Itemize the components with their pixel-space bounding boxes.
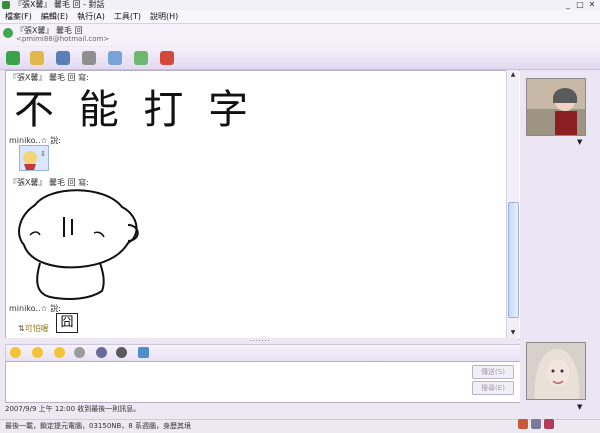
my-avatar-dropdown-arrow[interactable]: ▼ (577, 403, 582, 411)
chat-history[interactable]: 『張X馨』 馨毛 回 寫: 不 能 打 字 miniko..☆ 說: ⇩ 『張X… (5, 70, 521, 340)
window-title: 『張X馨』 馨毛 回 - 對話 (14, 0, 105, 9)
scroll-up-arrow[interactable]: ▲ (507, 70, 519, 80)
refresh-icon: ⇅ (18, 324, 25, 333)
msg-sender: miniko..☆ 說: (9, 304, 61, 313)
activities-icon[interactable] (108, 51, 122, 65)
background-icon[interactable] (138, 347, 149, 358)
handwriting-text: 不 能 打 字 (14, 87, 255, 133)
nudge-icon[interactable] (54, 347, 65, 358)
menu-edit[interactable]: 編輯(E) (41, 10, 68, 23)
close-button[interactable]: ✕ (586, 0, 598, 9)
send-files-icon[interactable] (30, 51, 44, 65)
home-icon[interactable] (518, 419, 528, 429)
contact-header: 『張X馨』 馨毛 回 <pmimi88@hotmail.com> (0, 24, 600, 46)
sticker-image: ⇩ (19, 145, 49, 171)
window-controls: _ □ ✕ (562, 0, 598, 10)
send-button[interactable]: 傳送(S) (472, 365, 514, 379)
font-icon[interactable] (96, 347, 107, 358)
status-text: 2007/9/9 上午 12:00 收到最後一則訊息。 (5, 405, 141, 413)
scroll-thumb[interactable] (508, 202, 519, 318)
avatar-dropdown-arrow[interactable]: ▼ (577, 138, 582, 146)
formatting-bar (5, 344, 521, 362)
wink-icon[interactable] (32, 347, 43, 358)
contact-avatar[interactable] (526, 78, 586, 136)
action-toolbar (0, 47, 600, 70)
email-icon[interactable] (531, 419, 541, 429)
bottom-icons (518, 419, 557, 432)
ad-text[interactable]: 最後一載，鎖定提元電腦，03150NB，8 系週腦，身歷其境 (5, 421, 191, 431)
msg-text: 可怕喔 (24, 324, 49, 333)
contact-email: <pmimi88@hotmail.com> (16, 35, 110, 43)
handwriting-drawing (10, 185, 150, 305)
maximize-button[interactable]: □ (574, 0, 586, 9)
book-icon[interactable] (544, 419, 554, 429)
menu-actions[interactable]: 執行(A) (77, 10, 105, 23)
invite-icon[interactable] (6, 51, 20, 65)
menu-help[interactable]: 說明(H) (150, 10, 178, 23)
buddy-status-icon (3, 28, 13, 38)
reaction-line: ⇅可怕喔 (18, 323, 49, 334)
bottom-ad-bar: 最後一載，鎖定提元電腦，03150NB，8 系週腦，身歷其境 (0, 419, 600, 433)
scroll-down-arrow[interactable]: ▼ (507, 328, 519, 338)
emoticon-icon[interactable] (10, 347, 21, 358)
call-icon[interactable] (82, 51, 96, 65)
menu-file[interactable]: 檔案(F) (5, 10, 32, 23)
menu-bar: 檔案(F) 編輯(E) 執行(A) 工具(T) 說明(H) (0, 10, 600, 24)
block-icon[interactable] (160, 51, 174, 65)
emoticon-image: 囧 (56, 313, 78, 333)
chat-scrollbar[interactable]: ▲ ▼ (506, 70, 519, 338)
pen-icon[interactable] (116, 347, 127, 358)
messenger-icon (2, 1, 10, 9)
my-avatar[interactable] (526, 342, 586, 400)
video-icon[interactable] (56, 51, 70, 65)
menu-tools[interactable]: 工具(T) (114, 10, 141, 23)
search-button[interactable]: 搜尋(E) (472, 381, 514, 395)
message-input[interactable]: 傳送(S) 搜尋(E) (5, 361, 521, 403)
games-icon[interactable] (134, 51, 148, 65)
display-pictures-panel: ▼ ▼ (520, 70, 600, 419)
voice-icon[interactable] (74, 347, 85, 358)
minimize-button[interactable]: _ (562, 0, 574, 9)
svg-text:⇩: ⇩ (40, 150, 46, 158)
